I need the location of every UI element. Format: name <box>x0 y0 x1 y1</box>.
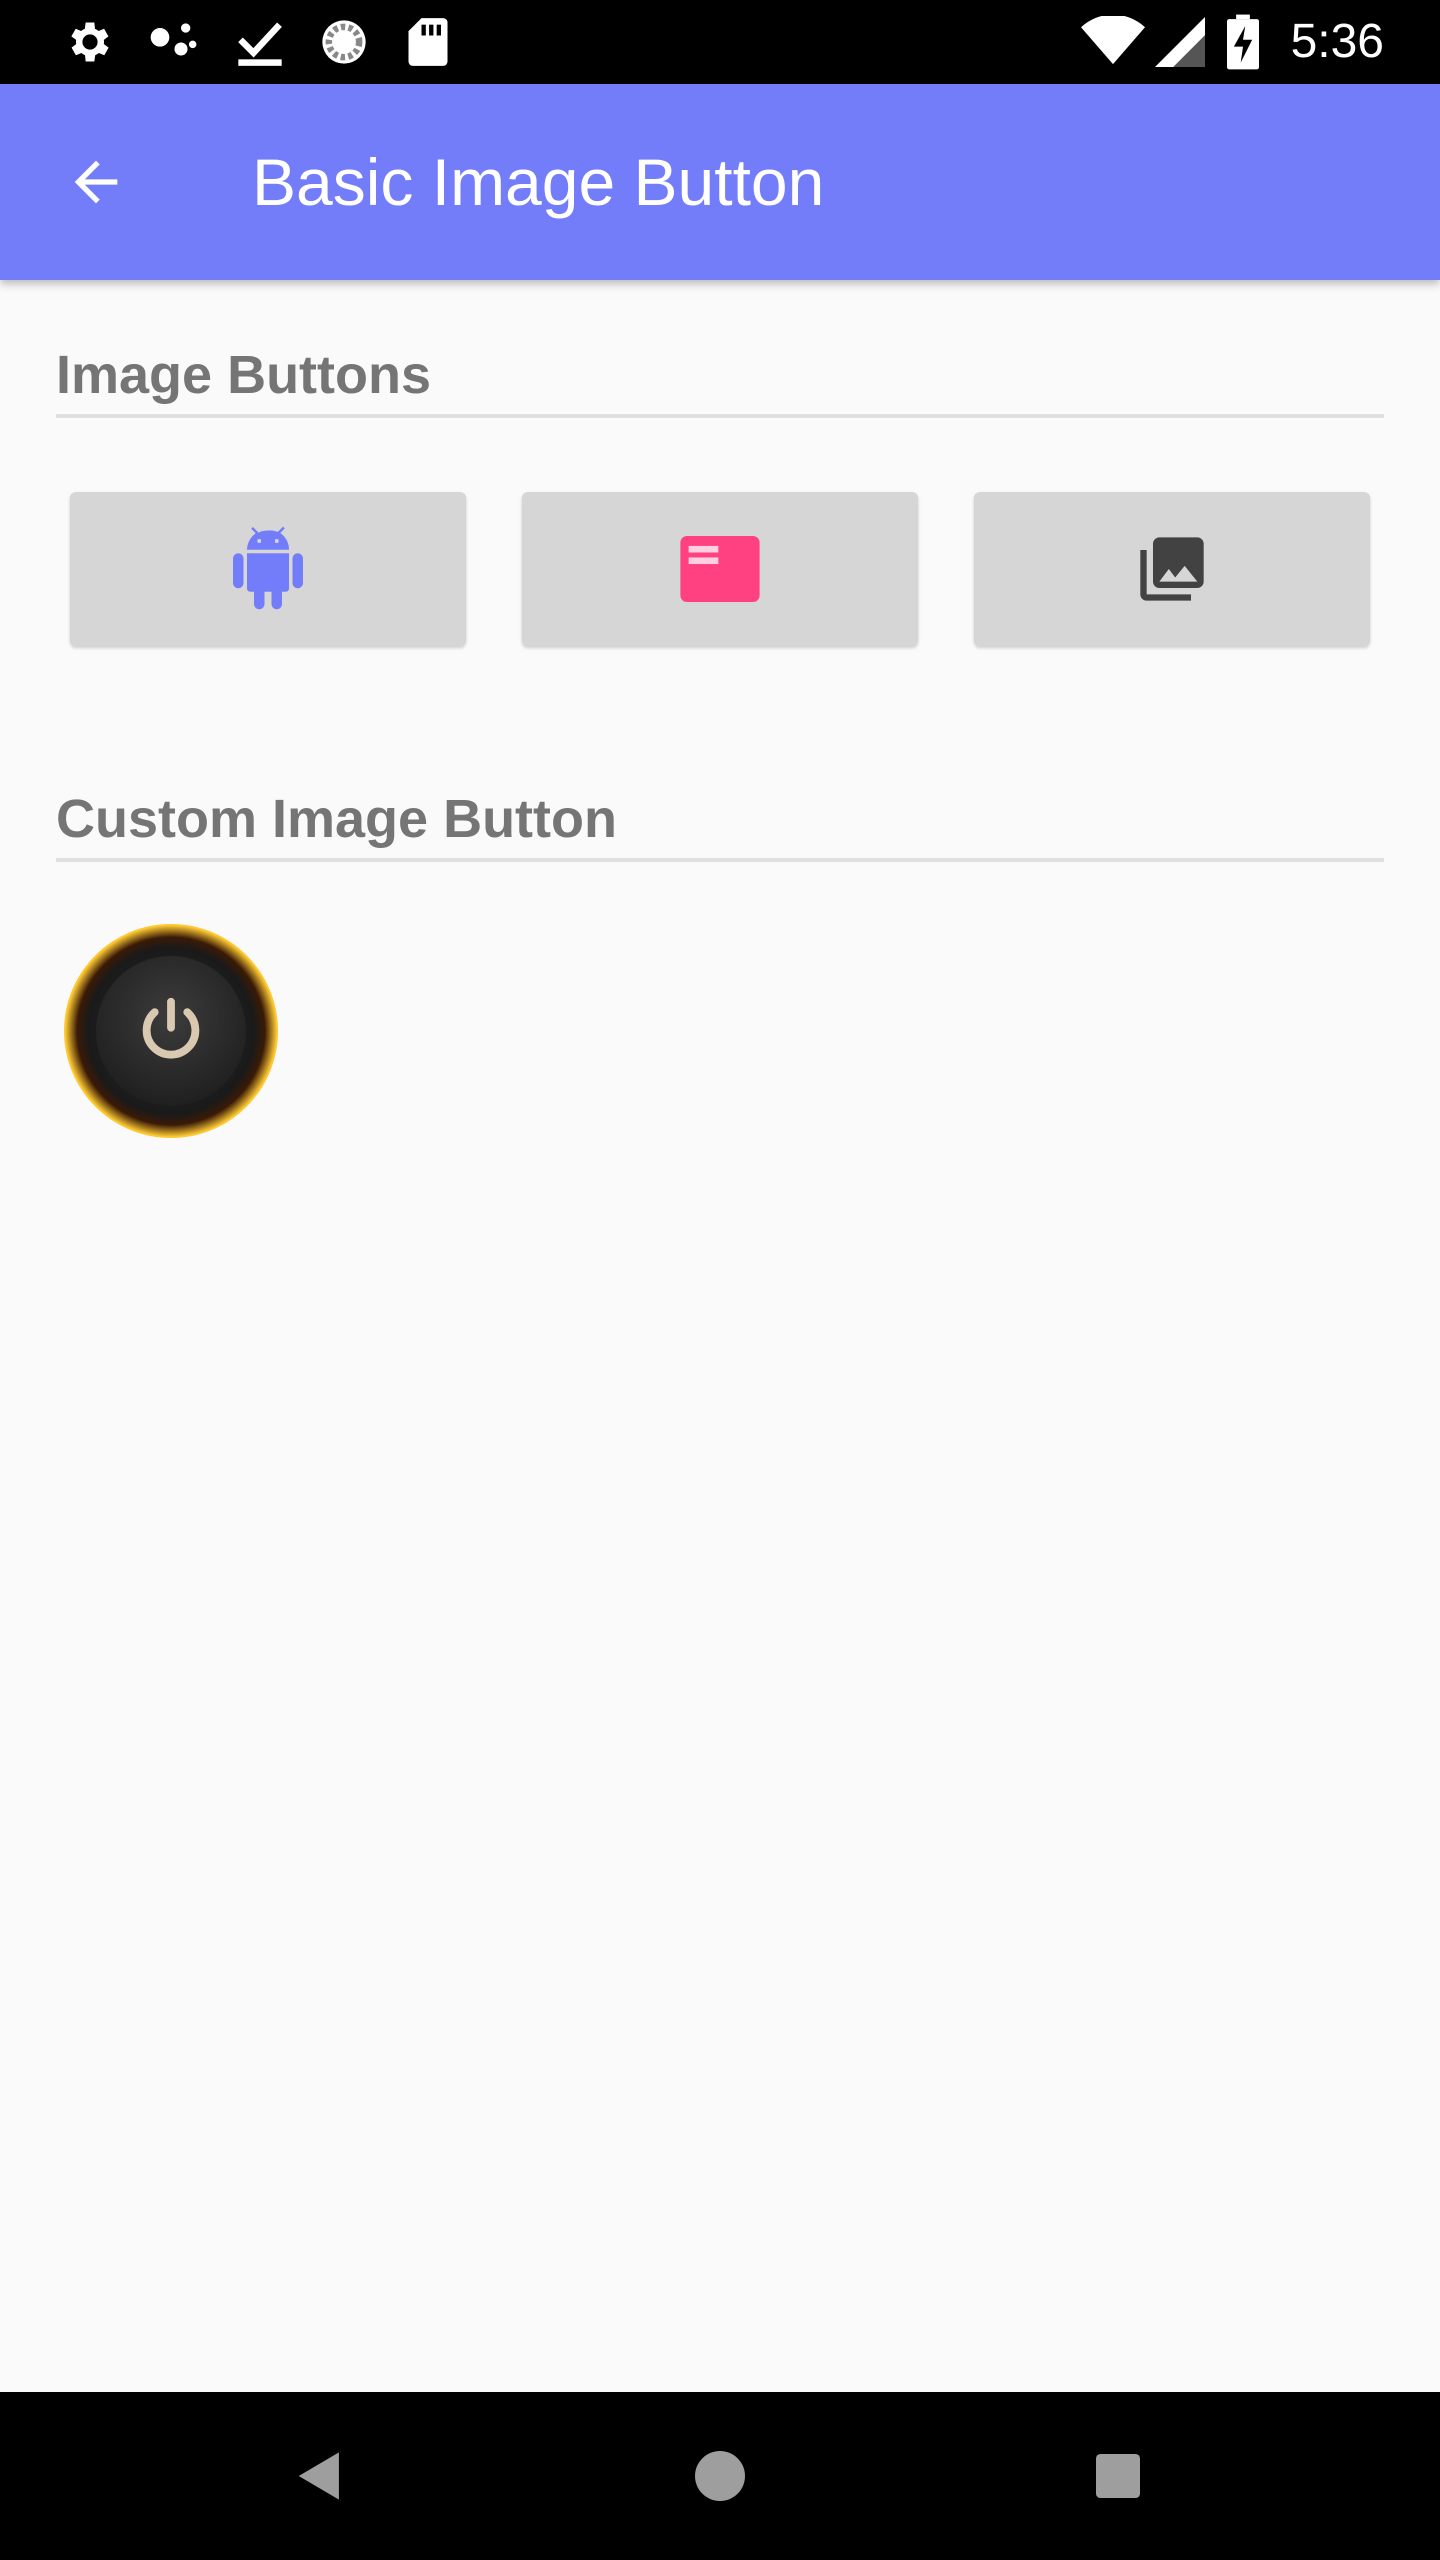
status-time: 5:36 <box>1290 15 1384 68</box>
battery-charging-icon <box>1218 14 1268 70</box>
power-icon <box>142 997 200 1059</box>
photo-library-icon <box>1140 537 1204 601</box>
section-title-image-buttons: Image Buttons <box>56 344 1384 418</box>
cell-signal-icon <box>1152 14 1208 70</box>
android-icon <box>233 526 303 610</box>
card-icon <box>680 536 760 602</box>
app-bar: Basic Image Button <box>0 84 1440 280</box>
page-title: Basic Image Button <box>252 145 825 219</box>
status-bar: 5:36 <box>0 0 1440 84</box>
section-title-custom-image-button: Custom Image Button <box>56 788 1384 862</box>
home-circle-icon <box>695 2451 745 2501</box>
assistant-dots-icon <box>146 14 202 70</box>
nav-back-button[interactable] <box>272 2428 368 2524</box>
wifi-icon <box>1080 14 1146 70</box>
navigation-bar <box>0 2392 1440 2560</box>
sd-card-icon <box>400 14 456 70</box>
back-triangle-icon <box>298 2452 339 2500</box>
power-button-face <box>96 956 246 1106</box>
photo-library-image-button[interactable] <box>974 492 1370 646</box>
arrow-back-icon <box>74 160 118 204</box>
nav-home-button[interactable] <box>672 2428 768 2524</box>
android-image-button[interactable] <box>70 492 466 646</box>
recents-square-icon <box>1096 2454 1140 2498</box>
download-done-icon <box>232 14 288 70</box>
card-image-button[interactable] <box>522 492 918 646</box>
back-button[interactable] <box>48 134 144 230</box>
nav-recents-button[interactable] <box>1070 2428 1166 2524</box>
sync-circle-icon <box>316 14 372 70</box>
settings-icon <box>62 14 118 70</box>
custom-power-button[interactable] <box>64 924 278 1138</box>
